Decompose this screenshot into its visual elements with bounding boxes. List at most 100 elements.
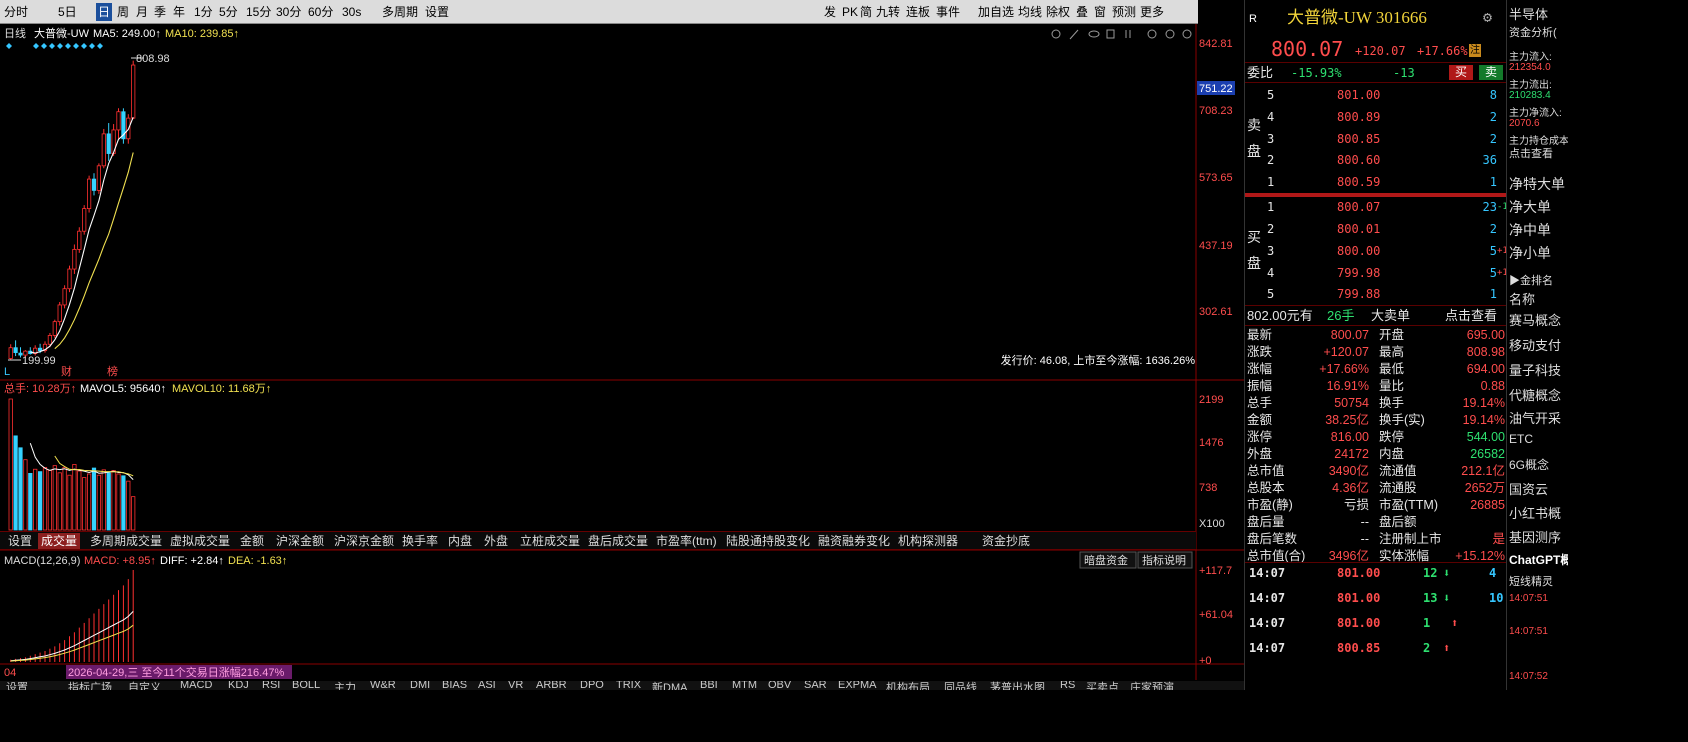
- candle[interactable]: [13, 347, 18, 354]
- draw-icon[interactable]: [1069, 29, 1079, 40]
- candle[interactable]: [96, 165, 101, 191]
- zoom-in-icon[interactable]: [1165, 29, 1175, 39]
- settings-icon[interactable]: [1051, 29, 1061, 39]
- big-order-link[interactable]: 点击查看: [1445, 307, 1497, 325]
- tab-indicator[interactable]: ARBR: [536, 681, 567, 690]
- tab-volume[interactable]: 成交量: [38, 533, 81, 549]
- period-tab-selected[interactable]: 日: [96, 3, 113, 21]
- tab-indicator[interactable]: RSI: [262, 681, 280, 690]
- tab-indicator[interactable]: 沪深金额: [276, 533, 324, 549]
- hand-icon[interactable]: [1125, 30, 1131, 38]
- period-tab[interactable]: 1分: [192, 3, 215, 21]
- tab-indicator[interactable]: 立桩成交量: [520, 533, 580, 549]
- tab-indicator[interactable]: 外盘: [484, 533, 508, 549]
- candle[interactable]: [52, 321, 57, 336]
- tab-indicator[interactable]: 市盈率(ttm): [656, 533, 717, 549]
- tab-settings[interactable]: 设置: [6, 681, 28, 690]
- tool-button[interactable]: 预测: [1110, 3, 1138, 21]
- concept-item[interactable]: ChatGPT概: [1509, 551, 1568, 568]
- tool-button[interactable]: PK: [840, 3, 860, 21]
- chart-tool-icons[interactable]: [1051, 29, 1192, 40]
- chart-area[interactable]: 日线 大普微-UW MA5: 249.00↑ MA10: 239.85↑ 842…: [0, 24, 1244, 690]
- tab-indicator[interactable]: 资金抄底: [982, 533, 1030, 549]
- period-tab[interactable]: 分时: [2, 3, 30, 21]
- tab-indicator[interactable]: 自定义: [128, 681, 161, 690]
- tab-indicator[interactable]: 庄家预演: [1130, 681, 1174, 690]
- tab-indicator[interactable]: W&R: [370, 681, 396, 690]
- tab-indicator[interactable]: KDJ: [228, 681, 249, 690]
- flow-link[interactable]: 点击查看: [1509, 145, 1553, 161]
- tab-indicator[interactable]: 机构布局: [886, 681, 930, 690]
- tab-indicator[interactable]: 盘后成交量: [588, 533, 648, 549]
- concept-item[interactable]: 国资云: [1509, 479, 1548, 498]
- tab-indicator[interactable]: 陆股通持股变化: [726, 533, 810, 549]
- tab-indicator[interactable]: 茅普出水图: [990, 681, 1045, 690]
- candle[interactable]: [101, 133, 106, 167]
- candle[interactable]: [106, 133, 111, 154]
- tab-settings[interactable]: 设置: [8, 533, 32, 549]
- eye-icon[interactable]: [1088, 30, 1100, 38]
- ask-price[interactable]: 800.59: [1337, 173, 1380, 191]
- concept-item[interactable]: 移动支付: [1509, 335, 1561, 354]
- tab-indicator[interactable]: BOLL: [292, 681, 320, 690]
- tab-indicator[interactable]: 换手率: [402, 533, 438, 549]
- tab-indicator[interactable]: TRIX: [616, 681, 641, 690]
- bid-price[interactable]: 800.01: [1337, 220, 1380, 238]
- period-tab[interactable]: 5分: [217, 3, 240, 21]
- tab-indicator[interactable]: OBV: [768, 681, 791, 690]
- short-line-title[interactable]: 短线精灵: [1509, 573, 1553, 589]
- period-tab[interactable]: 30分: [274, 3, 303, 21]
- candle[interactable]: [57, 304, 62, 323]
- tab-indicator[interactable]: 内盘: [448, 533, 472, 549]
- tab-indicator[interactable]: 金额: [240, 533, 264, 549]
- refresh-icon[interactable]: [1147, 29, 1157, 39]
- period-tab[interactable]: 周: [115, 3, 131, 21]
- tool-button[interactable]: 叠: [1074, 3, 1090, 21]
- candle[interactable]: [8, 347, 13, 359]
- candle[interactable]: [87, 178, 92, 209]
- net-flow-item[interactable]: 净大单: [1509, 197, 1551, 217]
- tab-indicator[interactable]: 虚拟成交量: [170, 533, 230, 549]
- tool-button[interactable]: 九转: [874, 3, 902, 21]
- note-icon[interactable]: 注: [1469, 44, 1481, 57]
- tab-indicator[interactable]: EXPMA: [838, 681, 877, 690]
- candle[interactable]: [77, 230, 82, 250]
- tab-indicator[interactable]: ASI: [478, 681, 496, 690]
- tab-indicator[interactable]: 新DMA: [652, 681, 687, 690]
- tab-indicator[interactable]: BIAS: [442, 681, 467, 690]
- tab-indicator[interactable]: 指标广场: [68, 681, 112, 690]
- tab-indicator[interactable]: 买卖点: [1086, 681, 1119, 690]
- sell-button[interactable]: 卖: [1479, 65, 1503, 80]
- candle[interactable]: [116, 111, 121, 131]
- tab-indicator[interactable]: 主力: [334, 681, 356, 690]
- tool-button[interactable]: 除权: [1044, 3, 1072, 21]
- bid-price[interactable]: 799.88: [1337, 285, 1380, 303]
- tool-button[interactable]: 窗: [1092, 3, 1108, 21]
- concept-item[interactable]: 油气开采: [1509, 408, 1561, 427]
- sector-title[interactable]: 半导体: [1509, 4, 1548, 23]
- period-tab[interactable]: 15分: [244, 3, 273, 21]
- multi-period-button[interactable]: 多周期: [380, 3, 420, 21]
- net-flow-item[interactable]: 净小单: [1509, 243, 1551, 263]
- tab-indicator[interactable]: BBI: [700, 681, 718, 690]
- tool-button[interactable]: 均线: [1016, 3, 1044, 21]
- tab-indicator[interactable]: VR: [508, 681, 523, 690]
- ask-price[interactable]: 801.00: [1337, 86, 1380, 104]
- period-tab[interactable]: 5日: [56, 3, 79, 21]
- candle[interactable]: [67, 268, 72, 290]
- lock-icon[interactable]: [1106, 29, 1115, 39]
- concept-item[interactable]: 代糖概念: [1509, 385, 1561, 404]
- candle[interactable]: [47, 335, 53, 345]
- tab-indicator[interactable]: DPO: [580, 681, 604, 690]
- tab-indicator[interactable]: MTM: [732, 681, 757, 690]
- concept-item[interactable]: 小红书概: [1509, 503, 1561, 522]
- event-marker[interactable]: 榜: [107, 364, 118, 378]
- candle[interactable]: [72, 248, 77, 270]
- event-marker[interactable]: L: [4, 366, 10, 378]
- period-tab[interactable]: 60分: [306, 3, 335, 21]
- tool-button[interactable]: 更多: [1138, 3, 1166, 21]
- net-flow-item[interactable]: 净特大单: [1509, 174, 1565, 194]
- buy-button[interactable]: 买: [1449, 65, 1473, 80]
- concept-item[interactable]: ETC: [1509, 432, 1533, 446]
- tool-button[interactable]: 事件: [934, 3, 962, 21]
